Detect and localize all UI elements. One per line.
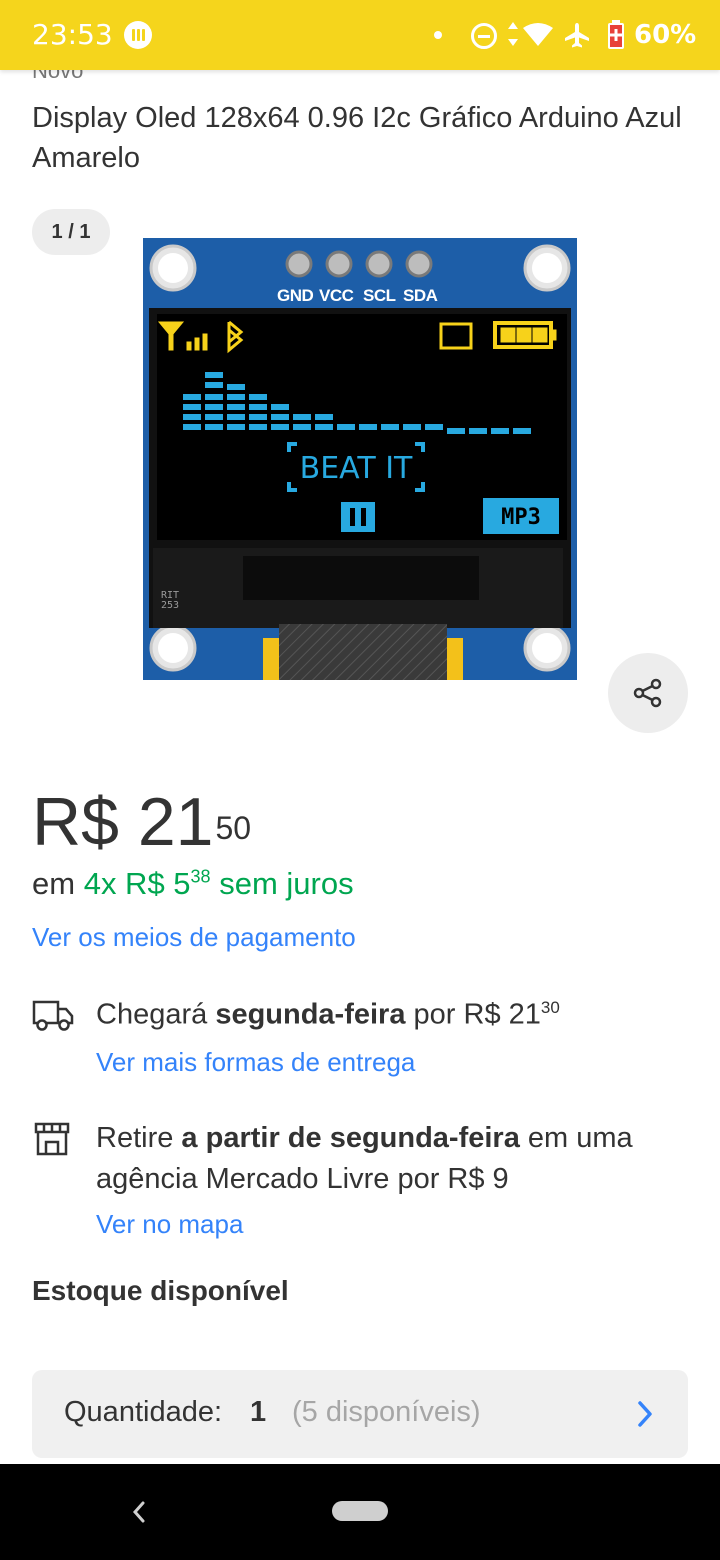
- do-not-disturb-icon: [471, 23, 497, 49]
- wifi-icon: 4: [523, 23, 553, 48]
- price-currency: R$: [32, 784, 119, 860]
- back-icon[interactable]: [130, 1499, 148, 1525]
- product-title: Display Oled 128x64 0.96 I2c Gráfico Ard…: [32, 102, 682, 174]
- status-time: 23:53: [32, 18, 113, 51]
- pin-label-vcc: VCC: [319, 286, 354, 305]
- shipping-price-cents: 30: [540, 998, 560, 1017]
- pickup-date: a partir de segunda-feira: [181, 1122, 520, 1154]
- status-bar: 23:53 4 60%: [0, 0, 720, 70]
- pin-label-sda: SDA: [403, 286, 438, 305]
- product-image[interactable]: GND VCC SCL SDA BEAT IT MP3 RIT 253: [143, 238, 577, 680]
- pin-label-scl: SCL: [363, 286, 396, 305]
- store-icon: [34, 1122, 70, 1156]
- app-notification-icon: [124, 21, 152, 49]
- battery-percentage: 60%: [634, 20, 697, 50]
- pin-label-gnd: GND: [277, 286, 314, 305]
- pickup-prefix: Retire: [96, 1122, 174, 1154]
- quantity-selector[interactable]: Quantidade: 1 (5 disponíveis): [32, 1370, 688, 1458]
- data-arrows-icon: [508, 22, 518, 46]
- see-on-map-link[interactable]: Ver no mapa: [96, 1209, 243, 1240]
- installments-cents: 38: [190, 866, 211, 887]
- battery-icon: [608, 20, 624, 49]
- oled-mode-text: MP3: [501, 505, 541, 530]
- truck-icon: [32, 1000, 74, 1031]
- share-icon: [633, 678, 662, 708]
- home-gesture-handle[interactable]: [332, 1501, 388, 1521]
- oled-screen-text: BEAT IT: [300, 451, 413, 486]
- installments-prefix: em: [32, 866, 76, 901]
- quantity-label: Quantidade:: [64, 1396, 223, 1428]
- installments-suffix: sem juros: [219, 866, 354, 901]
- chevron-right-icon: [638, 1401, 652, 1427]
- installments-count: 4x R$ 5: [83, 866, 191, 901]
- quantity-available: (5 disponíveis): [292, 1396, 481, 1428]
- shipping-prefix: Chegará: [96, 998, 208, 1031]
- shipping-price: por R$ 21: [413, 998, 541, 1031]
- share-button[interactable]: [608, 653, 688, 733]
- price-integer: 21: [137, 784, 214, 860]
- airplane-icon: [565, 23, 589, 48]
- pickup-info: Retire a partir de segunda-feira em uma …: [96, 1118, 676, 1200]
- image-counter: 1 / 1: [32, 209, 110, 255]
- svg-text:4: 4: [543, 37, 549, 48]
- shipping-day: segunda-feira: [215, 998, 406, 1031]
- dot-icon: [434, 31, 442, 39]
- more-delivery-options-link[interactable]: Ver mais formas de entrega: [96, 1047, 415, 1078]
- price-cents: 50: [215, 810, 252, 846]
- quantity-value: 1: [250, 1396, 267, 1428]
- svg-text:253: 253: [161, 600, 179, 611]
- payment-methods-link[interactable]: Ver os meios de pagamento: [32, 922, 356, 953]
- shipping-info: Chegará segunda-feira por R$ 2130: [96, 998, 560, 1032]
- stock-label: Estoque disponível: [32, 1275, 289, 1306]
- installments-info: em 4x R$ 538 sem juros: [32, 866, 354, 902]
- price: R$ 2150: [32, 782, 251, 862]
